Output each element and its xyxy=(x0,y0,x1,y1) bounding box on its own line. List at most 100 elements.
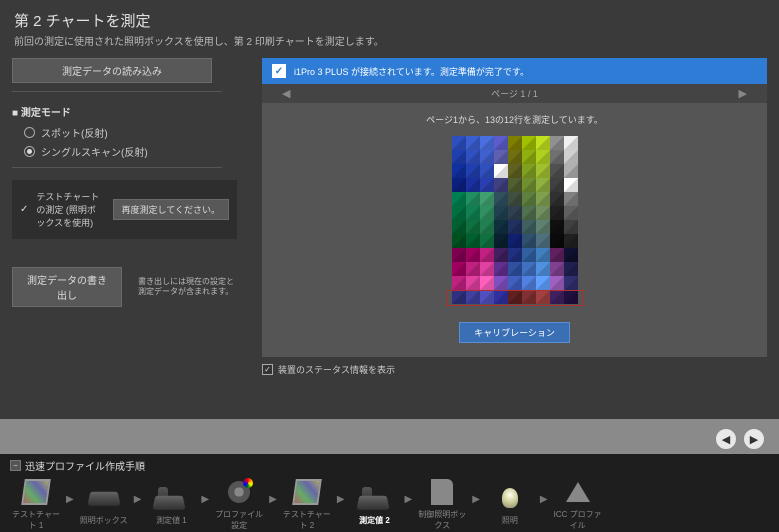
color-swatch xyxy=(480,290,494,304)
color-swatch xyxy=(536,262,550,276)
color-swatch xyxy=(494,136,508,150)
step-icon xyxy=(424,477,460,507)
color-swatch xyxy=(550,192,564,206)
color-swatch xyxy=(522,234,536,248)
color-swatch xyxy=(564,136,578,150)
step-icon xyxy=(86,483,122,513)
color-swatch xyxy=(536,220,550,234)
color-swatch xyxy=(522,206,536,220)
color-swatch xyxy=(522,136,536,150)
color-swatch xyxy=(508,192,522,206)
radio-spot[interactable]: スポット(反射) xyxy=(24,125,242,140)
test-chart-measure-box: ✓ テストチャートの測定 (照明ボックスを使用) 再度測定してください。 xyxy=(12,180,237,239)
remeasure-button[interactable]: 再度測定してください。 xyxy=(113,199,229,220)
color-swatch xyxy=(536,136,550,150)
chevron-right-icon: ▶ xyxy=(269,494,277,505)
color-swatch xyxy=(564,234,578,248)
color-swatch xyxy=(522,290,536,304)
chevron-right-icon: ▶ xyxy=(201,494,209,505)
radio-scan-label: シングルスキャン(反射) xyxy=(41,144,148,159)
workflow-step[interactable]: プロファイル設定 xyxy=(213,477,265,531)
color-swatch xyxy=(466,220,480,234)
calibration-button[interactable]: キャリブレーション xyxy=(459,322,570,343)
color-swatch xyxy=(550,276,564,290)
workflow-step[interactable]: テストチャート 2 xyxy=(281,477,333,531)
color-swatch xyxy=(494,178,508,192)
color-swatch xyxy=(452,136,466,150)
color-swatch xyxy=(480,178,494,192)
workflow-step[interactable]: 測定値 1 xyxy=(145,483,197,526)
step-label: ICC プロファイル xyxy=(552,509,604,531)
color-swatch xyxy=(550,136,564,150)
separator-strip xyxy=(0,419,779,455)
color-swatch xyxy=(522,178,536,192)
strip-toggle-icon[interactable]: − xyxy=(10,460,21,471)
workflow-step[interactable]: 照明 xyxy=(484,483,536,526)
color-swatch xyxy=(522,192,536,206)
step-label: プロファイル設定 xyxy=(213,509,265,531)
export-button[interactable]: 測定データの書き出し xyxy=(12,267,122,307)
color-swatch xyxy=(452,206,466,220)
workflow-step[interactable]: ICC プロファイル xyxy=(552,477,604,531)
pager-next[interactable]: ▶ xyxy=(739,87,747,100)
radio-unchecked-icon xyxy=(24,127,35,138)
color-swatch xyxy=(564,150,578,164)
color-swatch xyxy=(508,220,522,234)
color-swatch xyxy=(536,192,550,206)
color-swatch xyxy=(466,192,480,206)
checkbox-checked-icon: ✓ xyxy=(262,364,273,375)
color-swatch xyxy=(480,248,494,262)
chevron-right-icon: ▶ xyxy=(472,494,480,505)
color-swatch xyxy=(466,262,480,276)
next-button[interactable]: ▶ xyxy=(743,428,765,450)
color-swatch xyxy=(522,220,536,234)
color-swatch xyxy=(564,290,578,304)
workflow-step[interactable]: 照明ボックス xyxy=(78,483,130,526)
color-swatch xyxy=(564,164,578,178)
step-icon xyxy=(357,483,393,513)
measure-info: ページ1から、13の12行を測定しています。 xyxy=(272,113,757,126)
color-swatch xyxy=(480,136,494,150)
color-swatch xyxy=(480,164,494,178)
workflow-step[interactable]: テストチャート 1 xyxy=(10,477,62,531)
color-swatch xyxy=(550,164,564,178)
step-label: 測定値 2 xyxy=(359,515,390,526)
show-status-checkbox[interactable]: ✓ 装置のステータス情報を表示 xyxy=(262,363,767,376)
export-note-1: 書き出しには現在の設定と xyxy=(138,277,234,287)
workflow-step[interactable]: 測定値 2 xyxy=(349,483,401,526)
measure-area: ページ1から、13の12行を測定しています。 キャリブレーション xyxy=(262,103,767,357)
color-swatch xyxy=(508,290,522,304)
pager-prev[interactable]: ◀ xyxy=(282,87,290,100)
color-swatch xyxy=(466,178,480,192)
color-swatch xyxy=(452,290,466,304)
step-icon xyxy=(153,483,189,513)
back-button[interactable]: ◀ xyxy=(715,428,737,450)
step-label: 測定値 1 xyxy=(156,515,187,526)
color-swatch xyxy=(480,192,494,206)
color-swatch xyxy=(536,234,550,248)
radio-spot-label: スポット(反射) xyxy=(41,125,108,140)
color-swatch xyxy=(480,150,494,164)
color-swatch xyxy=(466,136,480,150)
pager-text: ページ 1 / 1 xyxy=(491,87,538,100)
color-swatch xyxy=(522,262,536,276)
color-swatch xyxy=(452,150,466,164)
chevron-right-icon: ▶ xyxy=(540,494,548,505)
chevron-right-icon: ▶ xyxy=(337,494,345,505)
color-swatch xyxy=(536,150,550,164)
status-bar: ✓ i1Pro 3 PLUS が接続されています。測定準備が完了です。 xyxy=(262,58,767,84)
color-swatch xyxy=(466,290,480,304)
color-swatch xyxy=(452,276,466,290)
import-button[interactable]: 測定データの読み込み xyxy=(12,58,212,83)
color-swatch xyxy=(494,192,508,206)
color-swatch xyxy=(564,276,578,290)
workflow-step[interactable]: 制御照明ボックス xyxy=(416,477,468,531)
pager: ◀ ページ 1 / 1 ▶ xyxy=(262,84,767,103)
color-swatch xyxy=(550,248,564,262)
color-swatch xyxy=(452,234,466,248)
step-icon xyxy=(221,477,257,507)
color-swatch xyxy=(536,276,550,290)
workflow-strip: − 迅速プロファイル作成手順 テストチャート 1▶照明ボックス▶測定値 1▶プロ… xyxy=(0,454,779,532)
color-swatch xyxy=(494,220,508,234)
radio-single-scan[interactable]: シングルスキャン(反射) xyxy=(24,144,242,159)
